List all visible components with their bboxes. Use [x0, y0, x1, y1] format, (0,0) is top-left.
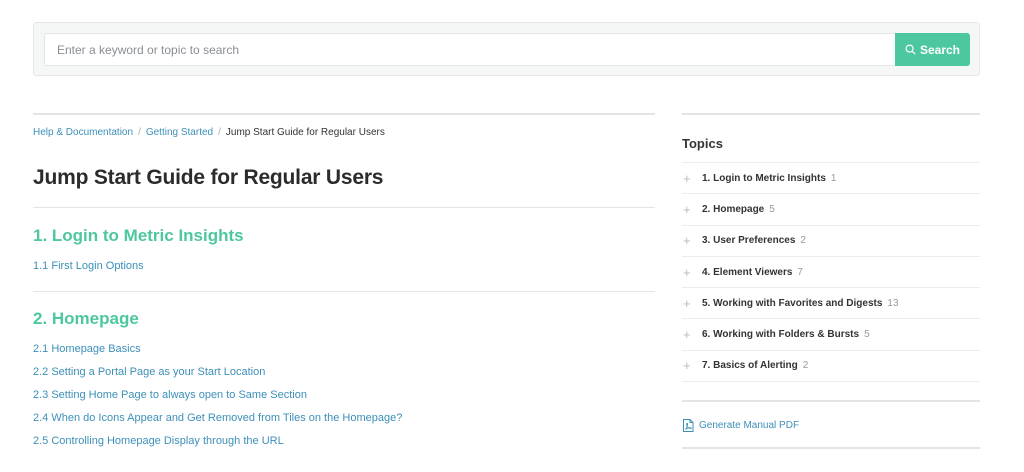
subtopic-link[interactable]: 1.1 First Login Options — [33, 260, 144, 272]
subtopic-link[interactable]: 2.4 When do Icons Appear and Get Removed… — [33, 412, 402, 424]
topic-item[interactable]: + 7. Basics of Alerting 2 — [682, 351, 980, 383]
list-item: 2.2 Setting a Portal Page as your Start … — [33, 361, 655, 384]
search-button-label: Search — [919, 42, 961, 57]
topic-count: 2 — [802, 360, 809, 372]
breadcrumb-current: Jump Start Guide for Regular Users — [225, 127, 385, 138]
generate-pdf-link[interactable]: Generate Manual PDF — [682, 419, 980, 433]
topic-label[interactable]: 1. Login to Metric Insights — [702, 173, 826, 184]
section-login-list: 1.1 First Login Options — [33, 255, 655, 278]
plus-icon[interactable]: + — [682, 265, 702, 280]
section-title-login[interactable]: 1. Login to Metric Insights — [33, 226, 655, 246]
sidebar-divider — [682, 400, 980, 403]
breadcrumb-getting-started[interactable]: Getting Started — [146, 127, 213, 138]
topic-count: 2 — [800, 235, 806, 247]
search-bar: Search — [33, 22, 980, 76]
plus-icon[interactable]: + — [682, 171, 702, 186]
list-item: 2.3 Setting Home Page to always open to … — [33, 384, 655, 407]
topic-count: 13 — [887, 297, 899, 309]
topic-label[interactable]: 5. Working with Favorites and Digests — [702, 298, 882, 309]
breadcrumb-separator: / — [138, 127, 141, 138]
breadcrumb: Help & Documentation / Getting Started / Jum… — [33, 127, 655, 138]
page-title: Jump Start Guide for Regular Users — [33, 166, 384, 189]
topic-label[interactable]: 6. Working with Folders & Bursts — [702, 329, 859, 340]
main-content: Help & Documentation / Getting Started / Jum… — [33, 113, 655, 453]
list-item: 2.4 When do Icons Appear and Get Removed… — [33, 407, 655, 430]
topic-item[interactable]: + 1. Login to Metric Insights 1 — [682, 163, 980, 195]
plus-icon[interactable]: + — [682, 202, 702, 217]
section-homepage-list: 2.1 Homepage Basics 2.2 Setting a Portal… — [33, 338, 655, 453]
plus-icon[interactable]: + — [682, 327, 702, 342]
topics-list: + 1. Login to Metric Insights 1 + 2. Hom… — [682, 162, 980, 383]
breadcrumb-separator: / — [218, 127, 221, 138]
sidebar-bottom-divider — [682, 447, 980, 450]
sidebar-top-divider — [682, 113, 980, 115]
pdf-file-icon — [683, 419, 694, 433]
topic-count: 5 — [769, 203, 775, 215]
topic-label[interactable]: 2. Homepage — [702, 204, 764, 215]
topic-item[interactable]: + 2. Homepage 5 — [682, 194, 980, 226]
breadcrumb-help-documentation[interactable]: Help & Documentation — [33, 127, 133, 138]
list-item: 2.5 Controlling Homepage Display through… — [33, 430, 655, 453]
topics-sidebar: Topics + 1. Login to Metric Insights 1 +… — [682, 113, 980, 450]
topic-item[interactable]: + 6. Working with Folders & Bursts 5 — [682, 319, 980, 351]
search-input[interactable] — [44, 33, 895, 66]
list-item: 2.1 Homepage Basics — [33, 338, 655, 361]
generate-pdf-label: Generate Manual PDF — [699, 420, 800, 432]
topics-title: Topics — [682, 136, 723, 151]
main-top-divider — [33, 113, 655, 115]
subtopic-link[interactable]: 2.1 Homepage Basics — [33, 343, 141, 355]
plus-icon[interactable]: + — [682, 296, 702, 311]
topic-count: 7 — [797, 266, 803, 278]
topic-item[interactable]: + 4. Element Viewers 7 — [682, 257, 980, 289]
section-divider — [33, 291, 655, 292]
topic-item[interactable]: + 5. Working with Favorites and Digests … — [682, 288, 980, 320]
plus-icon[interactable]: + — [682, 358, 702, 373]
list-item: 1.1 First Login Options — [33, 255, 655, 278]
topic-item[interactable]: + 3. User Preferences 2 — [682, 226, 980, 257]
title-divider — [33, 207, 655, 208]
topic-label[interactable]: 7. Basics of Alerting — [702, 360, 798, 371]
topic-count: 1 — [830, 172, 837, 184]
subtopic-link[interactable]: 2.5 Controlling Homepage Display through… — [33, 435, 284, 447]
search-button[interactable]: Search — [895, 33, 970, 66]
topic-count: 5 — [864, 329, 870, 341]
subtopic-link[interactable]: 2.2 Setting a Portal Page as your Start … — [33, 366, 265, 378]
search-icon — [905, 44, 916, 55]
plus-icon[interactable]: + — [682, 233, 702, 248]
topic-label[interactable]: 4. Element Viewers — [702, 267, 792, 278]
section-title-homepage[interactable]: 2. Homepage — [33, 309, 655, 329]
subtopic-link[interactable]: 2.3 Setting Home Page to always open to … — [33, 389, 307, 401]
topic-label[interactable]: 3. User Preferences — [702, 235, 795, 246]
